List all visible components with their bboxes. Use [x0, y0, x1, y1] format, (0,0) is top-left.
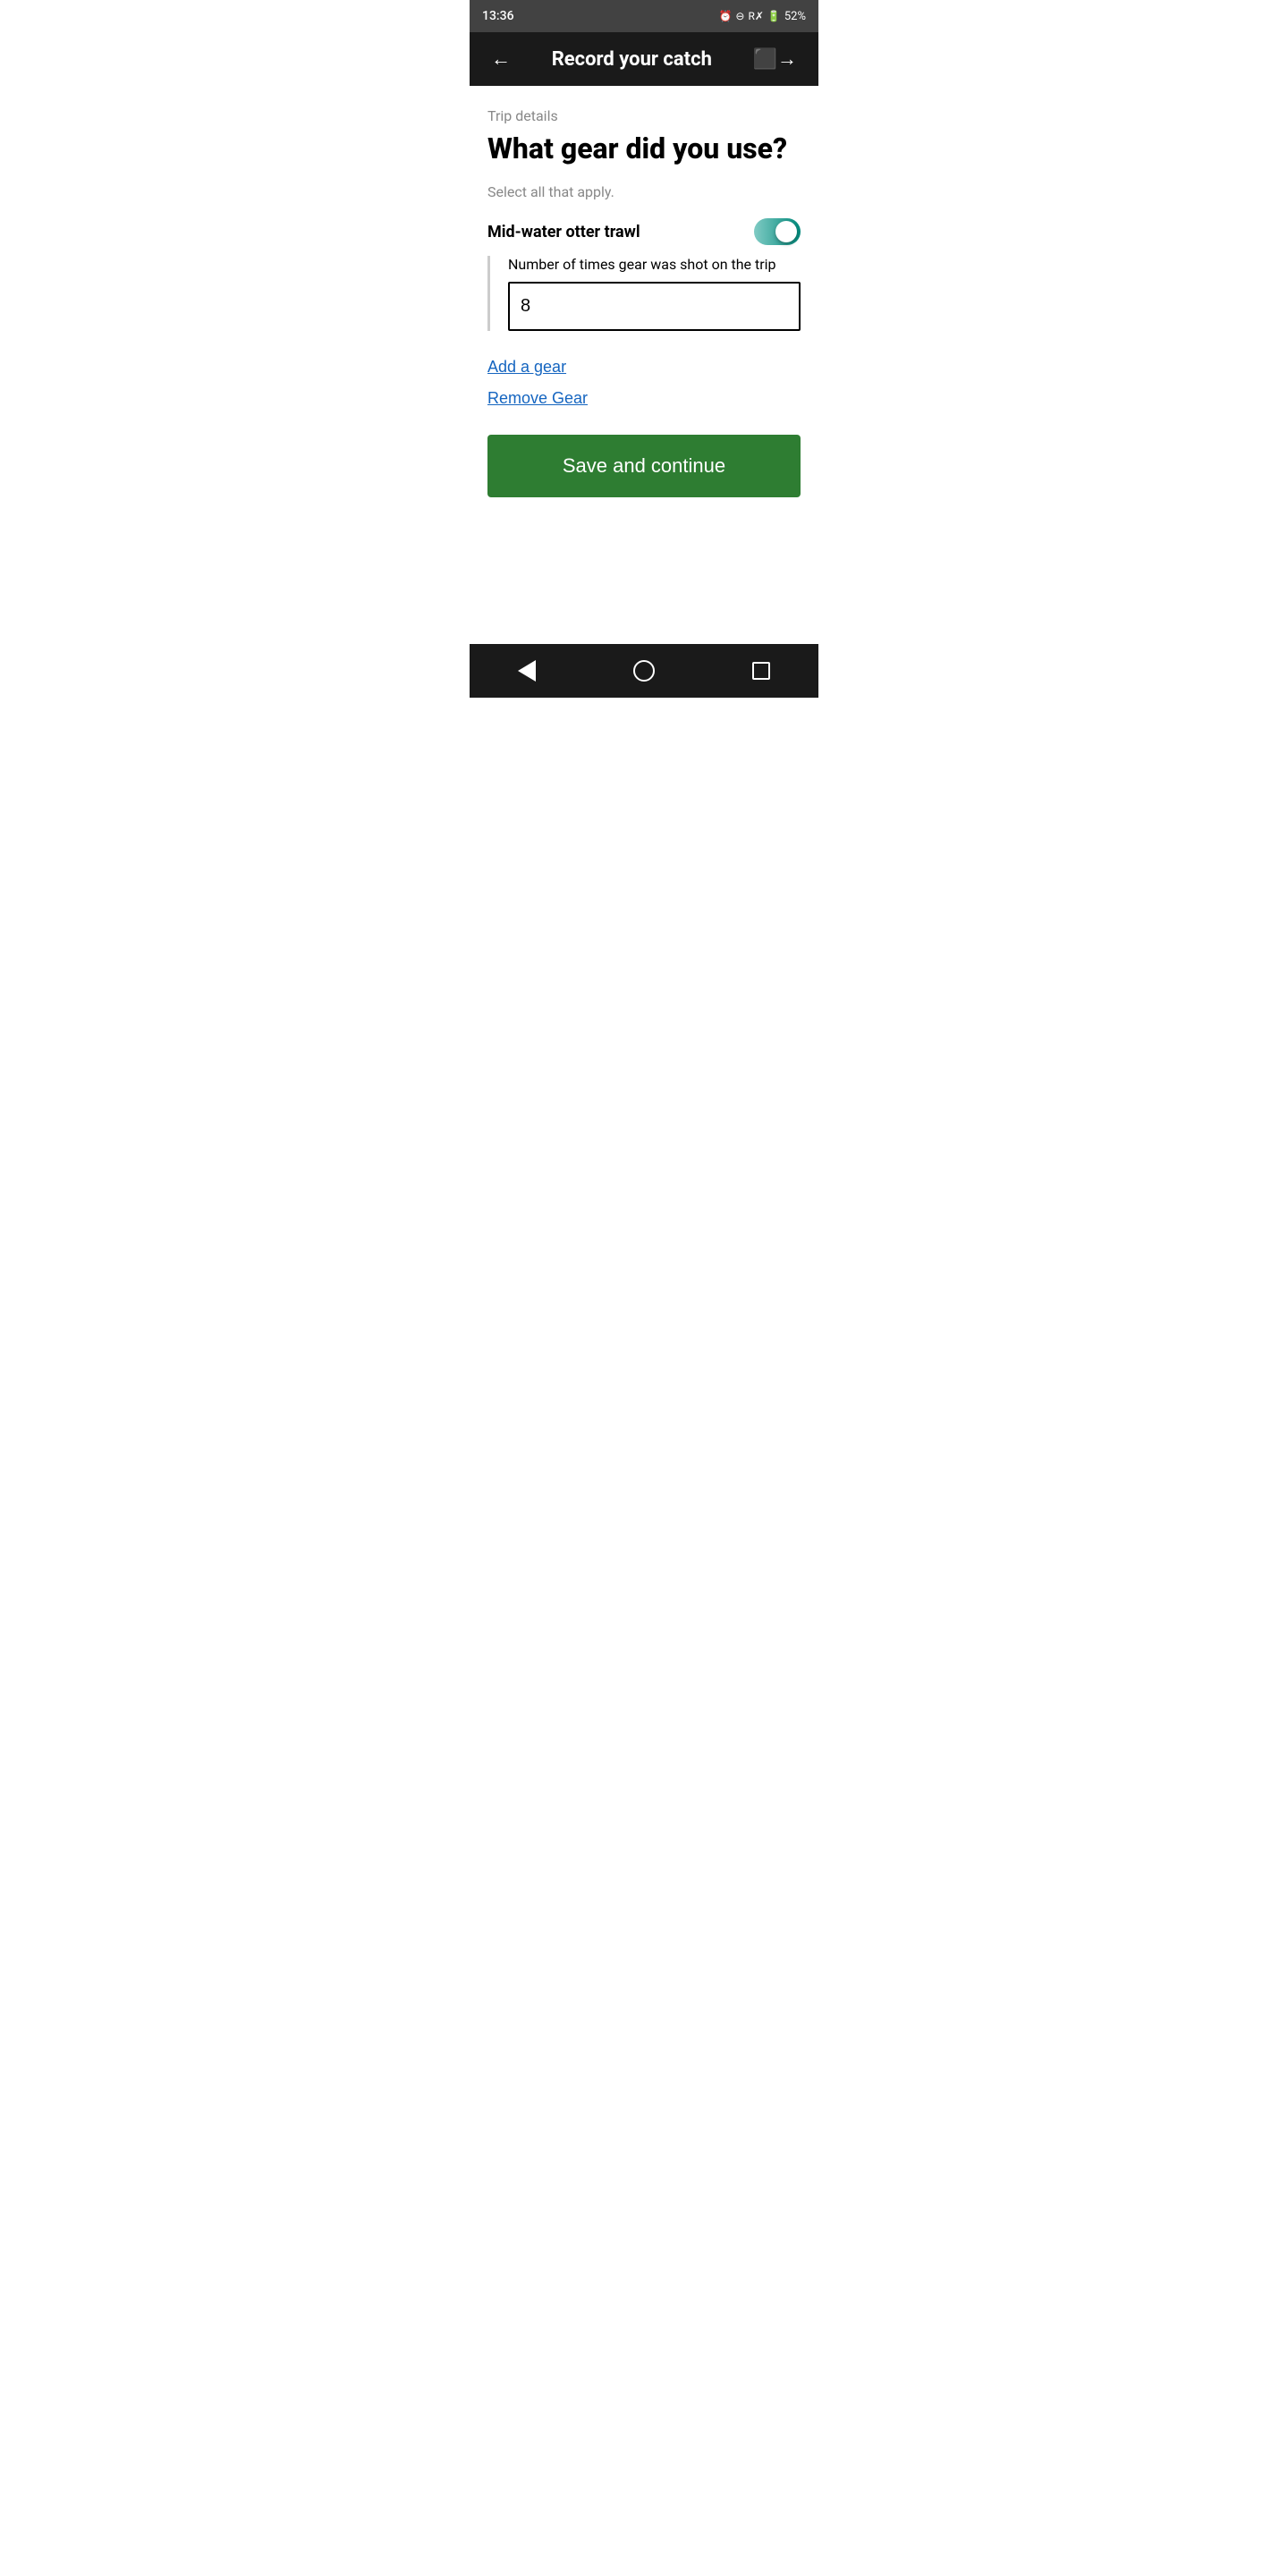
recents-square-icon [752, 662, 770, 680]
home-circle-icon [633, 660, 655, 682]
status-time: 13:36 [482, 9, 514, 23]
save-continue-button[interactable]: Save and continue [487, 435, 801, 497]
gear-name: Mid-water otter trawl [487, 223, 640, 242]
battery-level: 52% [784, 10, 806, 23]
back-triangle-icon [518, 660, 536, 682]
add-gear-link[interactable]: Add a gear [487, 358, 801, 377]
gear-shots-input[interactable] [508, 282, 801, 331]
exit-button[interactable]: ⬛→ [746, 40, 804, 78]
toggle-slider [754, 218, 801, 245]
back-button[interactable]: ← [484, 40, 518, 78]
main-content: Trip details What gear did you use? Sele… [470, 86, 818, 644]
alarm-icon: ⏰ [718, 10, 732, 22]
exit-icon: ⬛→ [753, 47, 797, 71]
top-navigation: ← Record your catch ⬛→ [470, 32, 818, 86]
page-heading: What gear did you use? [487, 131, 801, 165]
gear-toggle-row: Mid-water otter trawl [487, 218, 801, 245]
bottom-navigation [470, 644, 818, 698]
signal-icon: R✗ [748, 10, 763, 22]
dnd-icon: ⊖ [735, 10, 744, 22]
nav-recents-button[interactable] [725, 653, 797, 689]
battery-icon: 🔋 [767, 10, 781, 22]
back-arrow-icon: ← [491, 47, 511, 71]
gear-toggle[interactable] [754, 218, 801, 245]
status-bar: 13:36 ⏰ ⊖ R✗ 🔋 52% [470, 0, 818, 32]
nav-back-button[interactable] [491, 651, 563, 691]
gear-shots-label: Number of times gear was shot on the tri… [508, 256, 801, 273]
gear-details-section: Number of times gear was shot on the tri… [487, 256, 801, 331]
remove-gear-link[interactable]: Remove Gear [487, 389, 801, 408]
status-icons: ⏰ ⊖ R✗ 🔋 52% [718, 10, 806, 23]
action-links: Add a gear Remove Gear [487, 358, 801, 408]
trip-details-label: Trip details [487, 107, 801, 124]
page-title: Record your catch [518, 48, 746, 71]
nav-home-button[interactable] [606, 651, 682, 691]
select-instruction: Select all that apply. [487, 183, 801, 200]
